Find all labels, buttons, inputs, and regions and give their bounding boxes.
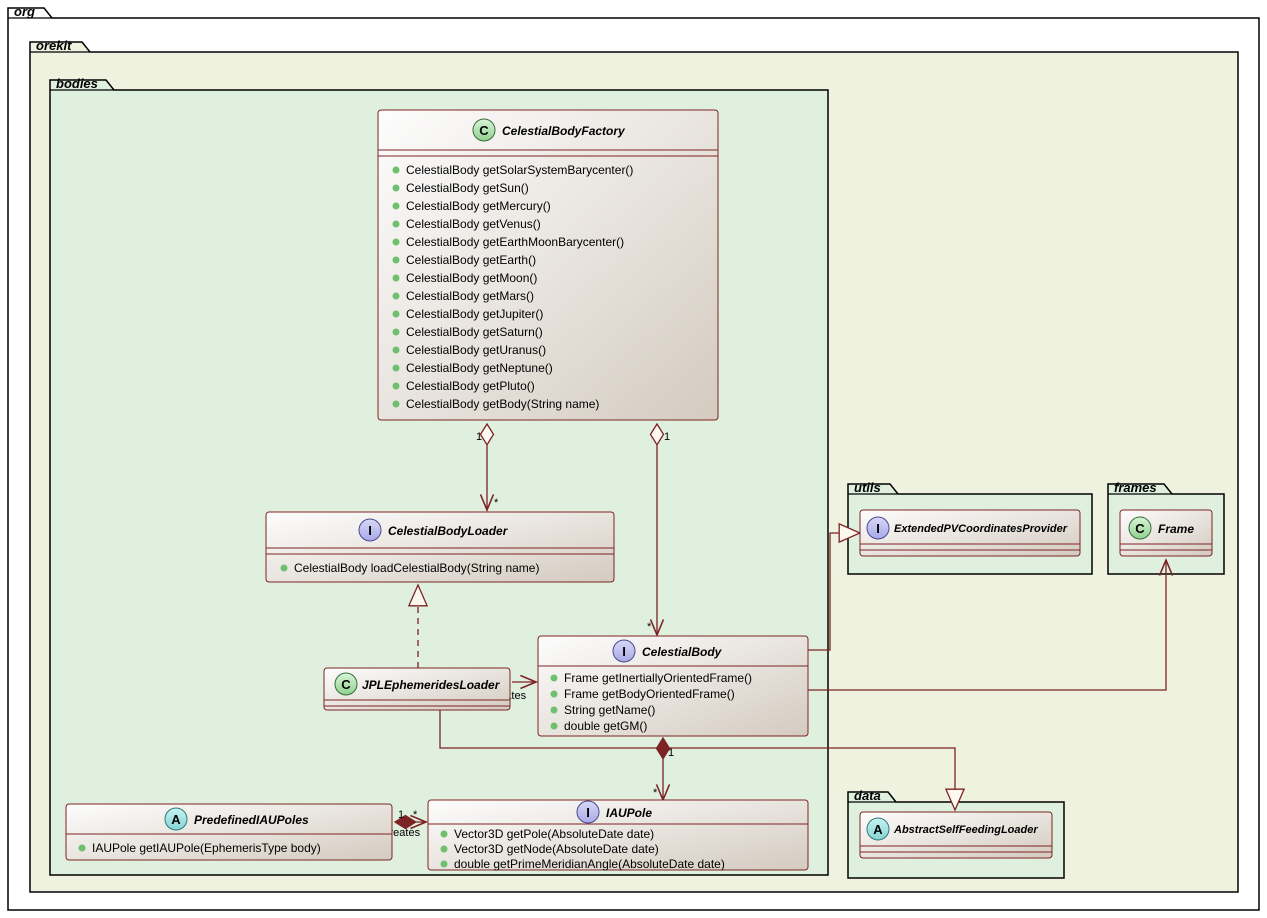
class-extpv-name: ExtendedPVCoordinatesProvider [894,523,1068,535]
svg-text:CelestialBody getMars(): CelestialBody getMars() [406,289,534,303]
badge-a-icon: A [873,822,883,837]
mult-body-iau-1: 1 [668,747,674,759]
mult-factory-body-1: 1 [664,431,670,443]
class-celestialbodyloader-name: CelestialBodyLoader [388,524,509,538]
mult-factory-loader-star: * [494,497,499,509]
svg-text:CelestialBody getVenus(): CelestialBody getVenus() [406,217,541,231]
package-data-label: data [854,788,881,803]
class-celestialbodyfactory: C CelestialBodyFactory CelestialBody get… [378,110,718,420]
badge-c-icon: C [479,123,489,138]
svg-text:CelestialBody getSaturn(): CelestialBody getSaturn() [406,325,543,339]
package-utils-label: utils [854,480,881,495]
svg-text:CelestialBody getJupiter(): CelestialBody getJupiter() [406,307,543,321]
mult-pred-iau-1: 1 [398,809,404,821]
mult-factory-loader-1: 1 [476,431,482,443]
mult-factory-body-star: * [647,621,652,633]
svg-text:CelestialBody getSun(): CelestialBody getSun() [406,181,529,195]
class-celestialbody-name: CelestialBody [642,645,723,659]
svg-text:CelestialBody getUranus(): CelestialBody getUranus() [406,343,546,357]
svg-text:String getName(): String getName() [564,703,655,717]
mult-body-iau-star: * [653,787,658,799]
svg-text:IAUPole getIAUPole(EphemerisTy: IAUPole getIAUPole(EphemerisType body) [92,841,321,855]
badge-i-icon: I [368,523,372,538]
svg-text:CelestialBody getMercury(): CelestialBody getMercury() [406,199,551,213]
svg-text:CelestialBody getEarth(): CelestialBody getEarth() [406,253,536,267]
mult-pred-iau-star: * [413,809,418,821]
svg-text:Frame getBodyOrientedFrame(): Frame getBodyOrientedFrame() [564,687,735,701]
uml-diagram: org orekit bodies utils frames data 1 * [0,0,1267,918]
package-bodies-label: bodies [56,76,98,91]
svg-text:CelestialBody getSolarSystemBa: CelestialBody getSolarSystemBarycenter() [406,163,633,177]
svg-text:CelestialBody getMoon(): CelestialBody getMoon() [406,271,537,285]
badge-a-icon: A [171,812,181,827]
badge-c-icon: C [341,677,351,692]
badge-i-icon: I [622,644,626,659]
class-abstractselffeedingloader: A AbstractSelfFeedingLoader [860,812,1052,858]
badge-c-icon: C [1135,521,1145,536]
class-extendedpvcoordinatesprovider: I ExtendedPVCoordinatesProvider [860,510,1080,556]
svg-text:CelestialBody getBody(String n: CelestialBody getBody(String name) [406,397,599,411]
svg-text:CelestialBody loadCelestialBod: CelestialBody loadCelestialBody(String n… [294,561,539,575]
package-org-label: org [14,4,35,19]
class-celestialbodyloader: I CelestialBodyLoader CelestialBody load… [266,512,614,582]
class-iaupole: I IAUPole Vector3D getPole(AbsoluteDate … [428,800,808,871]
badge-i-icon: I [876,521,880,536]
class-asfl-name: AbstractSelfFeedingLoader [893,824,1038,836]
badge-i-icon: I [586,805,590,820]
svg-text:double getPrimeMeridianAngle(A: double getPrimeMeridianAngle(AbsoluteDat… [454,857,725,871]
svg-text:CelestialBody getPluto(): CelestialBody getPluto() [406,379,535,393]
class-jplephemeridesloader: C JPLEphemeridesLoader [324,668,510,710]
svg-text:CelestialBody getEarthMoonBary: CelestialBody getEarthMoonBarycenter() [406,235,624,249]
svg-text:Vector3D getPole(AbsoluteDate: Vector3D getPole(AbsoluteDate date) [454,827,654,841]
package-frames-label: frames [1114,480,1157,495]
class-celestialbody: I CelestialBody Frame getInertiallyOrien… [538,636,808,736]
svg-text:Frame getInertiallyOrientedFra: Frame getInertiallyOrientedFrame() [564,671,752,685]
svg-text:Vector3D getNode(AbsoluteDate: Vector3D getNode(AbsoluteDate date) [454,842,659,856]
class-jpl-name: JPLEphemeridesLoader [362,678,501,692]
svg-text:double getGM(): double getGM() [564,719,647,733]
class-frame: C Frame [1120,510,1212,556]
class-predefinediaupoles: A PredefinedIAUPoles IAUPole getIAUPole(… [66,804,392,860]
package-orekit-label: orekit [36,38,72,53]
svg-text:CelestialBody getNeptune(): CelestialBody getNeptune() [406,361,553,375]
class-celestialbodyfactory-name: CelestialBodyFactory [502,124,626,138]
class-frame-name: Frame [1158,522,1194,536]
class-predefinediaupoles-name: PredefinedIAUPoles [194,813,309,827]
class-iaupole-name: IAUPole [606,806,652,820]
